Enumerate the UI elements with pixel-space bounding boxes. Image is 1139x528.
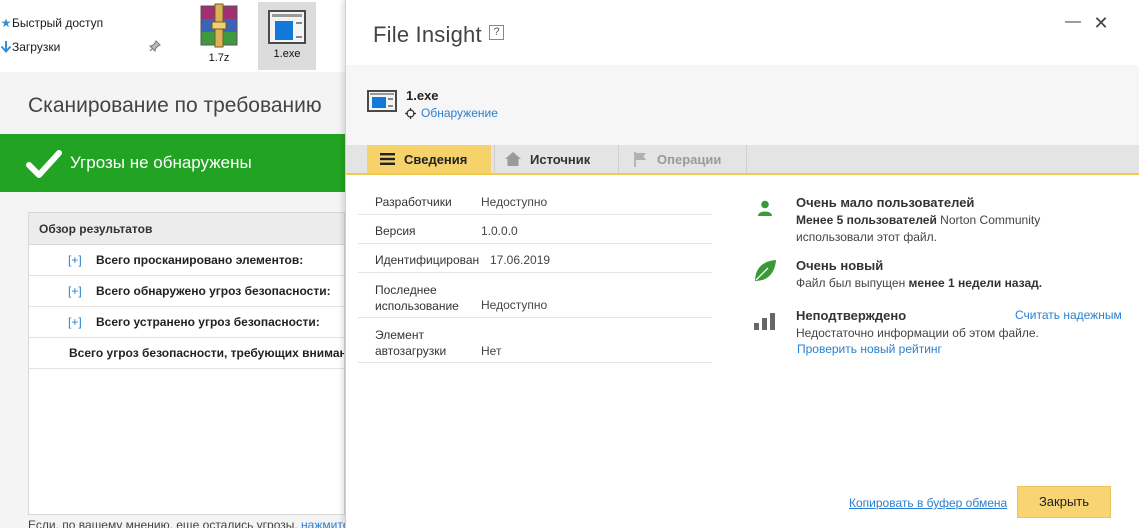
- leaf-icon: [752, 258, 778, 284]
- tab-bar: Сведения Источник Операции: [346, 145, 1139, 175]
- detail-row-last-used: Последнее использование Недоступно: [358, 273, 712, 318]
- help-icon[interactable]: ?: [489, 25, 504, 40]
- detail-key: Идентифицирован: [375, 253, 480, 267]
- star-icon: ★: [0, 16, 12, 30]
- nav-downloads[interactable]: Загрузки: [0, 37, 60, 57]
- expand-toggle[interactable]: [+]: [68, 253, 96, 267]
- detail-row-identified: Идентифицирован 17.06.2019: [358, 244, 712, 273]
- insight-users-title: Очень мало пользователей: [796, 195, 975, 210]
- executable-window-icon: [367, 90, 397, 112]
- signal-bars-icon: [752, 308, 778, 334]
- result-row-scanned: [+] Всего просканировано элементов:: [29, 245, 344, 276]
- detail-value: Недоступно: [481, 298, 548, 312]
- winrar-archive-icon: [200, 3, 238, 48]
- check-rating-link[interactable]: Проверить новый рейтинг: [797, 342, 942, 356]
- insight-users-count: Менее 5 пользователей: [796, 213, 937, 227]
- result-row-resolved: [+] Всего устранено угроз безопасности:: [29, 307, 344, 338]
- file-name: 1.exe: [406, 88, 439, 103]
- result-label: Всего обнаружено угроз безопасности:: [96, 284, 331, 298]
- insight-age-text: Файл был выпущен менее 1 недели назад.: [796, 275, 1042, 292]
- tab-details-label: Сведения: [404, 151, 468, 167]
- nav-quick-access[interactable]: ★ Быстрый доступ: [0, 13, 104, 33]
- insight-trust-text: Недостаточно информации об этом файле.: [796, 326, 1039, 340]
- detail-key-line: автозагрузки: [375, 344, 447, 358]
- file-header: 1.exe Обнаружение: [346, 65, 1139, 145]
- executable-window-icon: [268, 10, 306, 44]
- detail-key: Разработчики: [375, 195, 452, 209]
- results-header: Обзор результатов: [29, 213, 344, 245]
- insight-users-line2: использовали этот файл.: [796, 230, 937, 244]
- file-tile-exe[interactable]: 1.exe: [258, 2, 316, 70]
- detail-value: Нет: [481, 344, 502, 358]
- minimize-button[interactable]: —: [1062, 12, 1084, 34]
- copy-to-clipboard-link[interactable]: Копировать в буфер обмена: [849, 496, 1007, 510]
- detail-key-line: Последнее: [375, 283, 437, 297]
- scan-footer-text: Если, по вашему мнению, еще остались угр…: [28, 518, 302, 528]
- file-tile-archive[interactable]: 1.7z: [190, 2, 248, 70]
- insight-age-title: Очень новый: [796, 258, 884, 273]
- detail-value: Недоступно: [481, 195, 548, 209]
- pin-icon[interactable]: [149, 40, 161, 52]
- expand-toggle[interactable]: [+]: [68, 284, 96, 298]
- tab-operations-label: Операции: [657, 151, 722, 167]
- details-table: Разработчики Недоступно Версия 1.0.0.0 И…: [358, 186, 712, 363]
- flag-icon: [632, 151, 648, 167]
- tab-source[interactable]: Источник: [494, 145, 618, 173]
- insight-age-pre: Файл был выпущен: [796, 276, 909, 290]
- detection-row[interactable]: Обнаружение: [405, 106, 498, 120]
- detail-key: Версия: [375, 224, 416, 238]
- download-arrow-icon: [0, 40, 12, 54]
- status-banner: Угрозы не обнаружены: [0, 134, 345, 192]
- file-name-archive: 1.7z: [208, 52, 230, 64]
- detail-value: 17.06.2019: [490, 253, 551, 267]
- detail-row-autostart: Элемент автозагрузки Нет: [358, 318, 712, 363]
- explorer-window: ★ Быстрый доступ Загрузки 1.7z 1.exe: [0, 0, 345, 72]
- scan-title: Сканирование по требованию: [28, 94, 322, 117]
- scan-footer: Если, по вашему мнению, еще остались угр…: [28, 518, 349, 528]
- tab-details[interactable]: Сведения: [367, 145, 491, 173]
- user-icon: [752, 195, 778, 221]
- nav-downloads-label: Загрузки: [12, 40, 61, 54]
- insight-users-community: Norton Community: [936, 213, 1041, 227]
- window-title: File Insight: [373, 22, 482, 47]
- insight-users-text: Менее 5 пользователей Norton Community ис…: [796, 212, 1040, 246]
- result-label: Всего угроз безопасности, требующих вним…: [69, 346, 344, 360]
- result-row-attention: Всего угроз безопасности, требующих вним…: [29, 338, 344, 369]
- results-panel: Обзор результатов [+] Всего просканирова…: [28, 212, 345, 515]
- scan-footer-link[interactable]: нажмите: [301, 518, 349, 528]
- insight-trust-title: Неподтверждено: [796, 308, 907, 323]
- file-name-exe: 1.exe: [273, 48, 301, 60]
- close-action-button[interactable]: Закрыть: [1017, 486, 1111, 518]
- detail-key: Последнее использование: [375, 282, 459, 314]
- checkmark-icon: [26, 150, 62, 178]
- expand-toggle[interactable]: [+]: [68, 315, 96, 329]
- detail-key-line: Элемент: [375, 328, 424, 342]
- insight-age-bold: менее 1 недели назад.: [908, 276, 1043, 290]
- tab-source-label: Источник: [530, 151, 591, 167]
- file-insight-window: File Insight ? — ✕ 1.exe Обнаружение Све…: [345, 0, 1139, 528]
- nav-quick-access-label: Быстрый доступ: [12, 16, 104, 30]
- mark-trusted-link[interactable]: Считать надежным: [1015, 308, 1122, 322]
- detail-row-version: Версия 1.0.0.0: [358, 215, 712, 244]
- tab-operations: Операции: [618, 145, 747, 173]
- scan-window: Сканирование по требованию Угрозы не обн…: [0, 72, 349, 528]
- close-button[interactable]: ✕: [1090, 12, 1112, 34]
- result-label: Всего просканировано элементов:: [96, 253, 304, 267]
- result-label: Всего устранено угроз безопасности:: [96, 315, 320, 329]
- detail-key-line: использование: [375, 299, 459, 313]
- list-icon: [379, 151, 395, 167]
- detail-value: 1.0.0.0: [481, 224, 518, 238]
- detection-link[interactable]: Обнаружение: [421, 106, 498, 120]
- status-text: Угрозы не обнаружены: [70, 153, 252, 172]
- home-icon: [505, 151, 521, 167]
- crosshair-icon: [405, 107, 416, 119]
- result-row-detected: [+] Всего обнаружено угроз безопасности:: [29, 276, 344, 307]
- detail-key: Элемент автозагрузки: [375, 327, 446, 359]
- detail-row-developers: Разработчики Недоступно: [358, 186, 712, 215]
